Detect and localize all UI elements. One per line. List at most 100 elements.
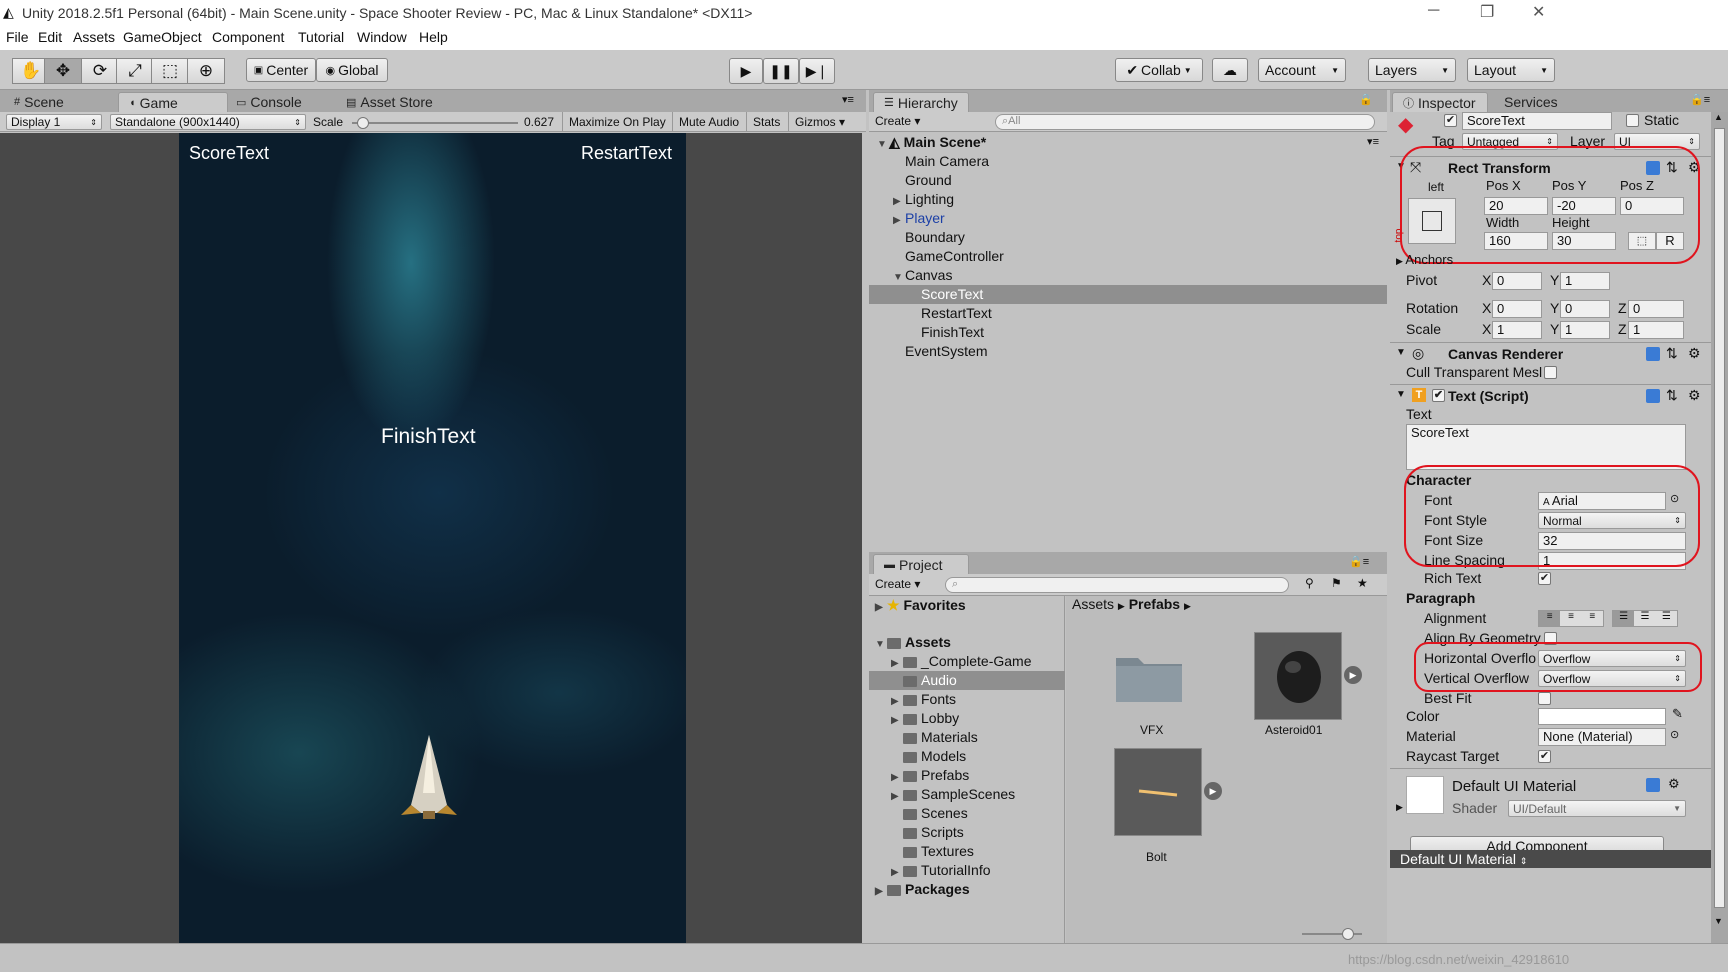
menu-edit[interactable]: Edit [38, 29, 62, 45]
cloud-button[interactable]: ☁ [1212, 58, 1248, 82]
text-script-header[interactable]: ▼ T ✔ Text (Script) ⇅ ⚙ [1390, 384, 1711, 406]
expand-arrow-icon[interactable]: ▼ [1396, 347, 1406, 358]
thumbnail-size-slider[interactable] [1302, 928, 1362, 940]
hierarchy-item[interactable]: Ground [869, 171, 1387, 190]
close-icon[interactable]: ✕ [1532, 2, 1545, 22]
favorite-star-icon[interactable]: ★ [1357, 576, 1368, 590]
scale-tool-icon[interactable]: ⤢ [116, 58, 154, 84]
asset-bolt[interactable] [1114, 748, 1202, 836]
scale-x-field[interactable]: 1 [1492, 321, 1542, 339]
tab-inspector[interactable]: ⓘ Inspector [1392, 92, 1488, 112]
play-button[interactable]: ▶ [729, 58, 763, 84]
scrollbar-thumb[interactable] [1714, 128, 1725, 908]
scale-z-field[interactable]: 1 [1628, 321, 1684, 339]
scroll-up-icon[interactable]: ▲ [1714, 112, 1723, 122]
tab-asset-store[interactable]: ▤ Asset Store [336, 92, 443, 112]
stats-toggle[interactable]: Stats [746, 112, 780, 132]
preset-icon[interactable]: ⇅ [1666, 387, 1678, 404]
asset-vfx[interactable] [1114, 648, 1184, 704]
lock-icon[interactable]: 🔒≡ [1349, 555, 1369, 568]
expand-arrow-icon[interactable]: ▼ [1396, 389, 1406, 400]
filter-type-icon[interactable]: ⚲ [1305, 576, 1314, 590]
shader-dropdown[interactable]: UI/Default ▼ [1508, 800, 1686, 817]
tab-services[interactable]: Services [1494, 92, 1568, 112]
collab-dropdown[interactable]: ✔ Collab ▼ [1115, 58, 1203, 82]
hierarchy-item[interactable]: Boundary [869, 228, 1387, 247]
breadcrumb-prefabs[interactable]: Prefabs [1129, 596, 1180, 612]
filter-label-icon[interactable]: ⚑ [1331, 576, 1342, 590]
menu-assets[interactable]: Assets [73, 29, 115, 45]
resolution-dropdown[interactable]: Standalone (900x1440) ⇕ [110, 114, 306, 130]
menu-component[interactable]: Component [212, 29, 284, 45]
scene-menu-icon[interactable]: ▾≡ [1367, 133, 1379, 152]
scale-slider-thumb[interactable] [356, 117, 369, 129]
project-folder-selected[interactable]: Audio [869, 671, 1065, 690]
hierarchy-item-prefab[interactable]: ▶ Player [869, 209, 1387, 228]
expand-prefab-icon[interactable]: ▶ [1344, 666, 1362, 684]
hierarchy-item[interactable]: GameController [869, 247, 1387, 266]
hierarchy-item[interactable]: FinishText [869, 323, 1387, 342]
inspector-scrollbar[interactable]: ▲ ▼ [1711, 112, 1728, 943]
menu-file[interactable]: File [6, 29, 29, 45]
lock-icon[interactable]: 🔒 [1359, 93, 1373, 106]
align-top-icon[interactable]: ☰ [1613, 611, 1635, 626]
project-search-input[interactable]: ⌕ [945, 577, 1289, 593]
lock-icon[interactable]: 🔒≡ [1690, 93, 1710, 106]
pivot-center-button[interactable]: ▣ Center [246, 58, 316, 82]
account-dropdown[interactable]: Account ▼ [1258, 58, 1346, 82]
preview-bar[interactable]: Default UI Material ⇕ [1390, 850, 1711, 868]
eyedropper-icon[interactable]: ✎ [1672, 706, 1683, 722]
project-create-dropdown[interactable]: Create ▾ [875, 577, 920, 591]
breadcrumb-assets[interactable]: Assets [1072, 596, 1114, 612]
asset-asteroid01[interactable] [1254, 632, 1342, 720]
anchors-foldout[interactable]: ▶ Anchors [1396, 252, 1453, 267]
expand-arrow-icon[interactable]: ▼ [875, 635, 887, 654]
hierarchy-item[interactable]: ▼ Canvas [869, 266, 1387, 285]
gear-icon[interactable]: ⚙ [1668, 776, 1680, 792]
game-view[interactable]: ScoreText RestartText FinishText [0, 133, 862, 943]
menu-help[interactable]: Help [419, 29, 448, 45]
collapsed-arrow-icon[interactable]: ▶ [1396, 802, 1403, 813]
align-bottom-icon[interactable]: ☰ [1656, 611, 1677, 626]
material-field[interactable]: None (Material) [1538, 728, 1666, 746]
canvas-renderer-header[interactable]: ▼ ◎ Canvas Renderer ⇅ ⚙ [1390, 342, 1711, 364]
slider-thumb[interactable] [1342, 928, 1354, 940]
pivot-y-field[interactable]: 1 [1560, 272, 1610, 290]
maximize-on-play-toggle[interactable]: Maximize On Play [562, 112, 666, 132]
rotate-tool-icon[interactable]: ⟳ [81, 58, 119, 84]
pause-button[interactable]: ❚❚ [763, 58, 799, 84]
hierarchy-search-input[interactable]: ⌕All [995, 114, 1375, 130]
object-name-field[interactable]: ScoreText [1462, 112, 1612, 130]
maximize-icon[interactable]: ❐ [1480, 2, 1494, 22]
rich-text-checkbox[interactable]: ✔ [1538, 572, 1551, 585]
collapsed-arrow-icon[interactable]: ▶ [875, 598, 887, 617]
hierarchy-item[interactable]: RestartText [869, 304, 1387, 323]
text-value-area[interactable]: ScoreText [1406, 424, 1686, 470]
hierarchy-item[interactable]: Main Camera [869, 152, 1387, 171]
hierarchy-item[interactable]: EventSystem [869, 342, 1387, 361]
tab-project[interactable]: ▬ Project [873, 554, 969, 574]
expand-prefab-icon[interactable]: ▶ [1204, 782, 1222, 800]
rotation-x-field[interactable]: 0 [1492, 300, 1542, 318]
align-right-icon[interactable]: ≡ [1582, 611, 1603, 626]
scale-y-field[interactable]: 1 [1560, 321, 1610, 339]
collapsed-arrow-icon[interactable]: ▶ [875, 882, 887, 901]
gear-icon[interactable]: ⚙ [1688, 387, 1701, 404]
menu-tutorial[interactable]: Tutorial [298, 29, 344, 45]
gear-icon[interactable]: ⚙ [1688, 345, 1701, 362]
static-checkbox[interactable] [1626, 114, 1639, 127]
menu-gameobject[interactable]: GameObject [123, 29, 202, 45]
help-book-icon[interactable] [1646, 778, 1660, 792]
active-checkbox[interactable]: ✔ [1444, 114, 1457, 127]
collapsed-arrow-icon[interactable]: ▶ [891, 711, 903, 730]
tab-scene[interactable]: # Scene [4, 92, 74, 112]
help-book-icon[interactable] [1646, 389, 1660, 403]
scroll-down-icon[interactable]: ▼ [1714, 916, 1723, 926]
align-left-icon[interactable]: ≡ [1539, 611, 1561, 626]
rotation-z-field[interactable]: 0 [1628, 300, 1684, 318]
pivot-x-field[interactable]: 0 [1492, 272, 1542, 290]
display-dropdown[interactable]: Display 1 ⇕ [6, 114, 102, 130]
menu-window[interactable]: Window [357, 29, 407, 45]
rotation-y-field[interactable]: 0 [1560, 300, 1610, 318]
hierarchy-item[interactable]: ▶ Lighting [869, 190, 1387, 209]
